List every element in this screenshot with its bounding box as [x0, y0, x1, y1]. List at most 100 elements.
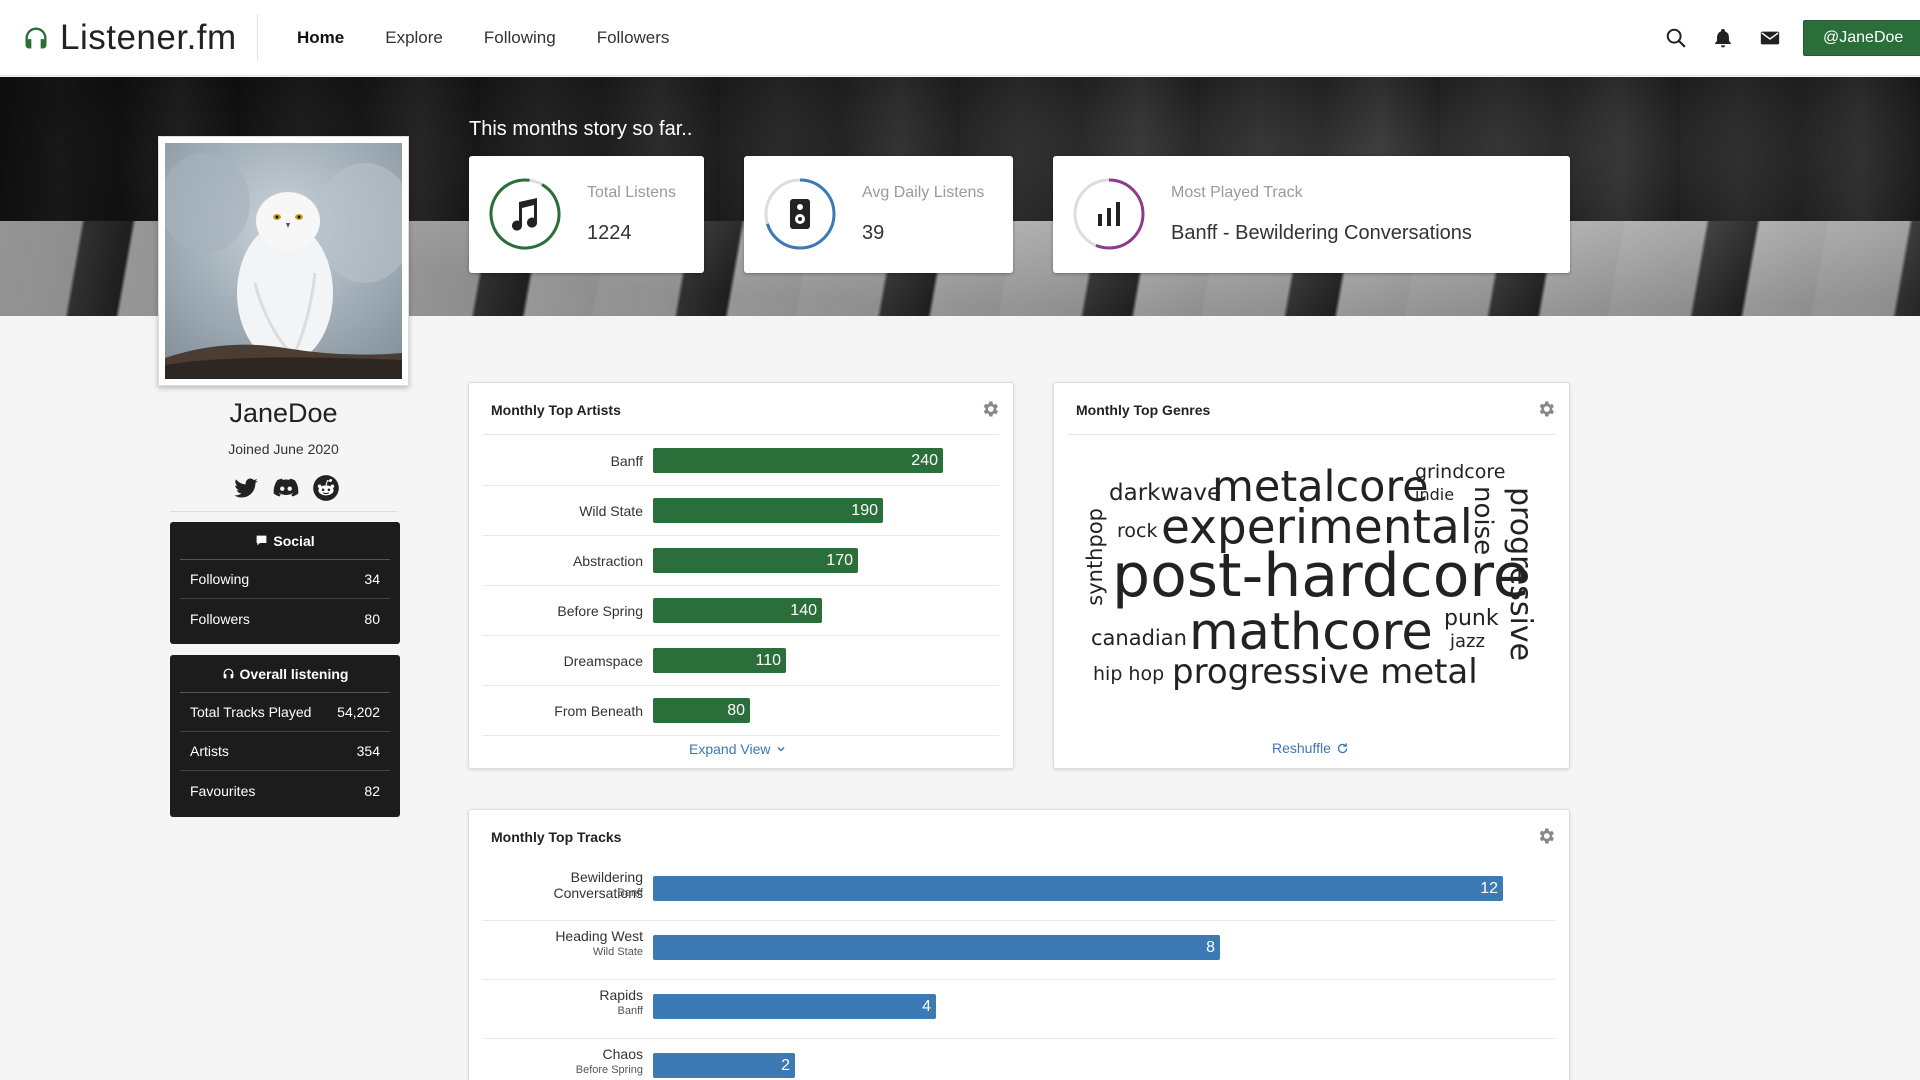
genre-word[interactable]: hip hop: [1093, 665, 1164, 684]
track-artist: Banff: [617, 1005, 644, 1017]
track-bar-row[interactable]: Heading West Wild State 8: [483, 921, 1555, 980]
reddit-icon[interactable]: [312, 474, 340, 502]
track-title: Rapids: [599, 987, 643, 1003]
track-bar-row[interactable]: Bewildering Conversations Banff 12: [483, 862, 1555, 921]
headphones-icon: [223, 668, 233, 679]
panel-row-artists: Artists 354: [180, 732, 390, 771]
avatar: [158, 136, 409, 386]
gear-icon[interactable]: [1536, 399, 1556, 419]
panel-title: Social: [273, 532, 315, 549]
stat-card-avg-daily: Avg Daily Listens 39: [744, 156, 1013, 273]
stat-card-total-listens: Total Listens 1224: [469, 156, 704, 273]
top-navbar: Listener.fm Home Explore Following Follo…: [0, 0, 1920, 76]
track-artist: Banff: [617, 887, 644, 899]
artist-bar-row[interactable]: From Beneath 80: [483, 686, 999, 736]
genre-word[interactable]: grindcore: [1415, 463, 1505, 482]
track-title: Heading West: [555, 928, 643, 944]
nav-following[interactable]: Following: [484, 28, 556, 48]
artist-bar-row[interactable]: Abstraction 170: [483, 536, 999, 586]
track-title: Chaos: [602, 1046, 643, 1062]
nav-divider: [257, 14, 258, 60]
bar-label: From Beneath: [554, 703, 643, 719]
genre-word[interactable]: progressive metal: [1172, 655, 1478, 689]
panel-row-followers[interactable]: Followers 80: [180, 599, 390, 638]
track-bar-row[interactable]: Rapids Banff 4: [483, 980, 1555, 1039]
twitter-icon[interactable]: [232, 474, 260, 502]
artist-bar: 170: [653, 548, 858, 573]
bar-label: Wild State: [579, 503, 643, 519]
profile-username: JaneDoe: [229, 398, 338, 428]
genre-word[interactable]: rock: [1117, 522, 1157, 541]
stat-label: Most Played Track: [1171, 184, 1303, 201]
snowy-owl-image: [165, 143, 402, 379]
user-menu-button[interactable]: @JaneDoe: [1803, 20, 1920, 56]
genre-word[interactable]: punk: [1444, 608, 1499, 630]
track-artist: Wild State: [592, 946, 643, 958]
mail-icon[interactable]: [1759, 27, 1781, 49]
track-bar: 8: [653, 935, 1220, 960]
expand-view-label: Expand View: [689, 741, 771, 757]
track-bar-row[interactable]: Chaos Before Spring 2: [483, 1039, 1555, 1080]
bar-label: Dreamspace: [563, 653, 643, 669]
nav-home[interactable]: Home: [297, 28, 344, 48]
row-label: Artists: [190, 743, 229, 759]
track-bar: 2: [653, 1053, 795, 1078]
artist-bar-row[interactable]: Before Spring 140: [483, 586, 999, 636]
reshuffle-label: Reshuffle: [1272, 740, 1331, 756]
artist-bar-row[interactable]: Banff 240: [483, 436, 999, 486]
headphones-icon: [25, 27, 47, 49]
discord-icon[interactable]: [272, 474, 300, 502]
search-icon[interactable]: [1665, 27, 1687, 49]
brand-name: Listener.fm: [60, 18, 237, 57]
overall-listening-panel: Overall listening Total Tracks Played 54…: [170, 655, 400, 817]
sidebar-divider: [170, 511, 397, 512]
artist-bar: 240: [653, 448, 943, 473]
row-value: 34: [364, 571, 380, 587]
top-tracks-card: Monthly Top Tracks Bewildering Conversat…: [468, 809, 1570, 1080]
avatar-image: [165, 143, 402, 379]
music-note-icon: [489, 178, 561, 250]
genre-word[interactable]: mathcore: [1189, 607, 1433, 658]
stat-value: 39: [862, 222, 885, 244]
row-label: Following: [190, 571, 250, 587]
brand-logo[interactable]: Listener.fm: [22, 18, 237, 58]
panel-row-following[interactable]: Following 34: [180, 560, 390, 599]
nav-explore[interactable]: Explore: [385, 28, 443, 48]
row-value: 354: [356, 743, 380, 759]
profile-joined-date: Joined June 2020: [228, 441, 339, 457]
genre-word[interactable]: jazz: [1450, 633, 1485, 651]
row-label: Favourites: [190, 782, 256, 799]
track-artist: Before Spring: [575, 1064, 643, 1076]
bar-chart-icon: [1073, 178, 1145, 250]
panel-row-favourites: Favourites 82: [180, 771, 390, 810]
stat-value: 1224: [587, 222, 632, 244]
stat-label: Total Listens: [587, 184, 676, 201]
bell-icon[interactable]: [1712, 27, 1734, 49]
row-value: 54,202: [337, 704, 380, 720]
reshuffle-button[interactable]: Reshuffle: [1272, 740, 1349, 756]
social-links: [232, 474, 340, 502]
comment-icon: [257, 535, 267, 546]
nav-followers[interactable]: Followers: [597, 28, 670, 48]
card-title: Monthly Top Genres: [1076, 402, 1211, 418]
panel-row-total-tracks: Total Tracks Played 54,202: [180, 693, 390, 732]
genre-word[interactable]: synthpop: [1083, 508, 1107, 606]
bar-label: Banff: [610, 453, 643, 469]
artist-bar-row[interactable]: Dreamspace 110: [483, 636, 999, 686]
card-divider: [1068, 434, 1555, 435]
artist-bar-row[interactable]: Wild State 190: [483, 486, 999, 536]
track-bar: 12: [653, 876, 1503, 901]
gear-icon[interactable]: [980, 399, 1000, 419]
row-label: Followers: [190, 610, 250, 627]
gear-icon[interactable]: [1536, 826, 1556, 846]
panel-title: Overall listening: [239, 665, 349, 682]
genre-word[interactable]: post-hardcore: [1112, 546, 1530, 606]
overall-panel-header: Overall listening: [180, 655, 390, 693]
bar-label: Before Spring: [557, 603, 643, 619]
expand-view-button[interactable]: Expand View: [689, 741, 787, 757]
artist-bar: 110: [653, 648, 786, 673]
genre-word[interactable]: canadian: [1091, 628, 1187, 649]
stat-value[interactable]: Banff - Bewildering Conversations: [1171, 222, 1472, 245]
artist-bar: 190: [653, 498, 883, 523]
card-divider: [483, 434, 999, 435]
